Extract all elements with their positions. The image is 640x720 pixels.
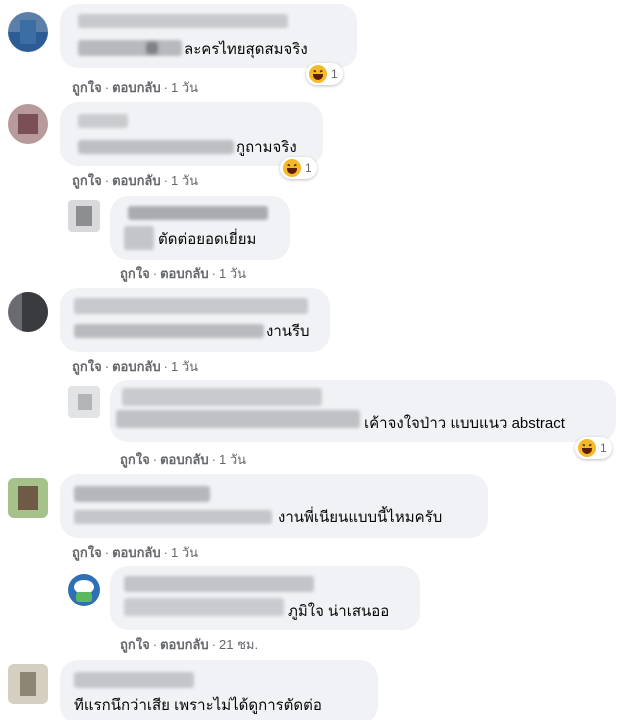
- redacted-text: [78, 40, 182, 56]
- reaction-badge[interactable]: 1: [280, 157, 317, 179]
- reply-button[interactable]: ตอบกลับ: [112, 359, 161, 374]
- redacted-text: [146, 42, 158, 54]
- comment-text: ภูมิใจ น่าเสนออ: [288, 603, 390, 620]
- comment-bubble: งานพี่เนียนแบบนี้ไหมครับ: [60, 474, 488, 538]
- haha-emoji-icon: [578, 439, 596, 457]
- like-button[interactable]: ถูกใจ: [120, 266, 150, 281]
- comment-bubble: กูถามจริง: [60, 102, 323, 166]
- comment-time[interactable]: 1 วัน: [171, 545, 198, 560]
- reply-button[interactable]: ตอบกลับ: [112, 545, 161, 560]
- reply-button[interactable]: ตอบกลับ: [160, 452, 209, 467]
- like-button[interactable]: ถูกใจ: [72, 80, 102, 95]
- haha-emoji-icon: [283, 159, 301, 177]
- like-button[interactable]: ถูกใจ: [72, 359, 102, 374]
- like-button[interactable]: ถูกใจ: [72, 545, 102, 560]
- comment-time[interactable]: 1 วัน: [219, 266, 246, 281]
- comment-bubble: ภูมิใจ น่าเสนออ: [110, 566, 420, 630]
- comment-actions: ถูกใจ · ตอบกลับ · 1 วัน: [72, 173, 199, 188]
- reaction-badge[interactable]: 1: [306, 63, 343, 85]
- comment-time[interactable]: 1 วัน: [171, 359, 198, 374]
- reply-button[interactable]: ตอบกลับ: [160, 637, 209, 652]
- reply-button[interactable]: ตอบกลับ: [160, 266, 209, 281]
- like-button[interactable]: ถูกใจ: [72, 173, 102, 188]
- avatar[interactable]: [68, 386, 100, 418]
- comment-bubble: ทีแรกนึกว่าเสีย เพราะไม่ได้ดูการตัดต่อ: [60, 660, 378, 720]
- avatar[interactable]: [8, 292, 48, 332]
- comment-bubble: เค้าจงใจป่าว แบบแนว abstract: [110, 380, 616, 442]
- redacted-text: [124, 226, 154, 250]
- comment-text: งานรีบ: [266, 323, 310, 340]
- redacted-text: [78, 140, 234, 154]
- comment-time[interactable]: 1 วัน: [171, 173, 198, 188]
- reply-button[interactable]: ตอบกลับ: [112, 173, 161, 188]
- redacted-name: [74, 672, 194, 688]
- avatar[interactable]: [8, 478, 48, 518]
- redacted-text: [74, 324, 264, 338]
- haha-emoji-icon: [309, 65, 327, 83]
- comment-actions: ถูกใจ · ตอบกลับ · 1 วัน: [72, 545, 199, 560]
- like-button[interactable]: ถูกใจ: [120, 452, 150, 467]
- comment-text: เค้าจงใจป่าว แบบแนว abstract: [364, 415, 565, 432]
- redacted-name: [74, 486, 210, 502]
- redacted-name: [128, 206, 268, 220]
- comment-actions: ถูกใจ · ตอบกลับ · 21 ชม.: [120, 637, 259, 652]
- like-button[interactable]: ถูกใจ: [120, 637, 150, 652]
- redacted-name: [124, 576, 314, 592]
- comment-text: ตัดต่อยอดเยี่ยม: [158, 231, 257, 248]
- comment-actions: ถูกใจ · ตอบกลับ · 1 วัน: [120, 452, 247, 467]
- comment-time[interactable]: 1 วัน: [171, 80, 198, 95]
- avatar[interactable]: [68, 200, 100, 232]
- comment-actions: ถูกใจ · ตอบกลับ · 1 วัน: [72, 359, 199, 374]
- comment-text: ละครไทยสุดสมจริง: [184, 41, 308, 58]
- redacted-text: [74, 510, 272, 524]
- reply-button[interactable]: ตอบกลับ: [112, 80, 161, 95]
- comment-text: ทีแรกนึกว่าเสีย เพราะไม่ได้ดูการตัดต่อ: [74, 697, 322, 714]
- avatar[interactable]: [8, 664, 48, 704]
- redacted-text: [116, 410, 360, 428]
- avatar[interactable]: [8, 104, 48, 144]
- comment-text: กูถามจริง: [236, 139, 297, 156]
- comment-text: งานพี่เนียนแบบนี้ไหมครับ: [278, 509, 443, 526]
- comment-time[interactable]: 1 วัน: [219, 452, 246, 467]
- comment-actions: ถูกใจ · ตอบกลับ · 1 วัน: [120, 266, 247, 281]
- comment-time[interactable]: 21 ชม.: [219, 637, 258, 652]
- comment-bubble: ละครไทยสุดสมจริง: [60, 4, 357, 68]
- redacted-name: [78, 14, 288, 28]
- comment-actions: ถูกใจ · ตอบกลับ · 1 วัน: [72, 80, 199, 95]
- redacted-name: [78, 114, 128, 128]
- comment-bubble: ตัดต่อยอดเยี่ยม: [110, 196, 290, 260]
- avatar[interactable]: [68, 574, 100, 606]
- reaction-badge[interactable]: 1: [575, 437, 612, 459]
- comment-bubble: งานรีบ: [60, 288, 330, 352]
- avatar[interactable]: [8, 12, 48, 52]
- redacted-name: [74, 298, 308, 314]
- redacted-text: [124, 598, 284, 616]
- redacted-name: [122, 388, 322, 406]
